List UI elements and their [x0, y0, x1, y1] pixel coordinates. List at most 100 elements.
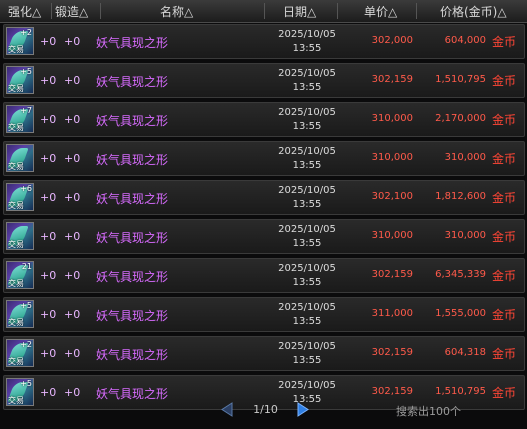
item-leaf-icon[interactable]: +6 交易	[6, 183, 34, 211]
sort-forge-header[interactable]: 锻造△	[55, 3, 88, 20]
enhance-value: +0	[40, 74, 57, 87]
listing-time: 13:55	[292, 277, 322, 288]
item-leaf-icon[interactable]: 交易	[6, 222, 34, 250]
enhance-value: +0	[40, 230, 57, 243]
currency-label: 金币	[492, 191, 517, 205]
header-divider	[264, 3, 265, 19]
currency-label: 金币	[492, 152, 517, 166]
item-leaf-icon[interactable]: 21 交易	[6, 261, 34, 289]
currency-label: 金币	[492, 269, 517, 283]
currency-label: 金币	[492, 386, 517, 400]
item-level-badge: +2	[20, 340, 32, 349]
item-leaf-icon[interactable]: +7 交易	[6, 105, 34, 133]
table-row[interactable]: +6 交易 +0 +0 妖气具现之形 2025/10/05 13:55 302,10…	[3, 180, 525, 215]
unit-price: 302,100	[371, 191, 413, 202]
listing-rows: +2 交易 +0 +0 妖气具现之形 2025/10/05 13:55 302,00…	[3, 24, 525, 414]
listing-date: 2025/10/05	[278, 185, 336, 196]
table-row[interactable]: +2 交易 +0 +0 妖气具现之形 2025/10/05 13:55 302,00…	[3, 24, 525, 59]
sort-unit-price-header[interactable]: 单价△	[364, 3, 397, 20]
sort-date-header[interactable]: 日期△	[283, 3, 316, 20]
currency-label: 金币	[492, 230, 517, 244]
trade-tag: 交易	[8, 84, 24, 93]
unit-price: 302,000	[371, 35, 413, 46]
listing-time: 13:55	[292, 121, 322, 132]
forge-value: +0	[64, 152, 81, 165]
enhance-value: +0	[40, 35, 57, 48]
header-divider	[416, 3, 417, 19]
listing-time: 13:55	[292, 160, 322, 171]
item-leaf-icon[interactable]: +5 交易	[6, 378, 34, 406]
item-name: 妖气具现之形	[96, 75, 169, 89]
table-row[interactable]: 交易 +0 +0 妖气具现之形 2025/10/05 13:55 310,000 …	[3, 141, 525, 176]
item-name: 妖气具现之形	[96, 231, 169, 245]
total-price: 310,000	[444, 230, 486, 241]
unit-price: 311,000	[371, 308, 413, 319]
trade-tag: 交易	[8, 45, 24, 54]
unit-price: 302,159	[371, 386, 413, 397]
trade-tag: 交易	[8, 240, 24, 249]
item-name: 妖气具现之形	[96, 114, 169, 128]
trade-tag: 交易	[8, 162, 24, 171]
table-row[interactable]: +5 交易 +0 +0 妖气具现之形 2025/10/05 13:55 311,00…	[3, 297, 525, 332]
table-header: 强化△ 锻造△ 名称△ 日期△ 单价△ 价格(金币)△	[0, 0, 527, 23]
forge-value: +0	[64, 347, 81, 360]
forge-value: +0	[64, 74, 81, 87]
item-name: 妖气具现之形	[96, 387, 169, 401]
enhance-value: +0	[40, 386, 57, 399]
total-price: 604,000	[444, 35, 486, 46]
total-price: 1,812,600	[435, 191, 486, 202]
item-leaf-icon[interactable]: +5 交易	[6, 66, 34, 94]
listing-time: 13:55	[292, 82, 322, 93]
unit-price: 302,159	[371, 347, 413, 358]
table-row[interactable]: +2 交易 +0 +0 妖气具现之形 2025/10/05 13:55 302,15…	[3, 336, 525, 371]
item-name: 妖气具现之形	[96, 192, 169, 206]
item-level-badge: +5	[20, 67, 32, 76]
item-level-badge: 21	[21, 262, 32, 271]
forge-value: +0	[64, 269, 81, 282]
listing-date: 2025/10/05	[278, 29, 336, 40]
listing-time: 13:55	[292, 316, 322, 327]
item-level-badge: +5	[20, 379, 32, 388]
listing-date: 2025/10/05	[278, 302, 336, 313]
item-name: 妖气具现之形	[96, 36, 169, 50]
currency-label: 金币	[492, 113, 517, 127]
trade-tag: 交易	[8, 318, 24, 327]
item-leaf-icon[interactable]: +2 交易	[6, 27, 34, 55]
item-name: 妖气具现之形	[96, 309, 169, 323]
unit-price: 302,159	[371, 74, 413, 85]
sort-name-header[interactable]: 名称△	[160, 3, 193, 20]
trade-tag: 交易	[8, 123, 24, 132]
listing-datetime: 2025/10/05 13:55	[272, 145, 342, 173]
listing-datetime: 2025/10/05 13:55	[272, 340, 342, 368]
currency-label: 金币	[492, 35, 517, 49]
item-leaf-icon[interactable]: +2 交易	[6, 339, 34, 367]
total-price: 310,000	[444, 152, 486, 163]
total-price: 6,345,339	[435, 269, 486, 280]
table-row[interactable]: 交易 +0 +0 妖气具现之形 2025/10/05 13:55 310,000 …	[3, 219, 525, 254]
table-row[interactable]: 21 交易 +0 +0 妖气具现之形 2025/10/05 13:55 302,15…	[3, 258, 525, 293]
listing-datetime: 2025/10/05 13:55	[272, 184, 342, 212]
item-leaf-icon[interactable]: 交易	[6, 144, 34, 172]
forge-value: +0	[64, 191, 81, 204]
table-row[interactable]: +7 交易 +0 +0 妖气具现之形 2025/10/05 13:55 310,00…	[3, 102, 525, 137]
header-divider	[337, 3, 338, 19]
item-leaf-icon[interactable]: +5 交易	[6, 300, 34, 328]
sort-enhance-header[interactable]: 强化△	[8, 3, 41, 20]
table-row[interactable]: +5 交易 +0 +0 妖气具现之形 2025/10/05 13:55 302,15…	[3, 63, 525, 98]
sort-price-header[interactable]: 价格(金币)△	[440, 3, 507, 20]
listing-time: 13:55	[292, 199, 322, 210]
listing-time: 13:55	[292, 43, 322, 54]
listing-datetime: 2025/10/05 13:55	[272, 223, 342, 251]
listing-datetime: 2025/10/05 13:55	[272, 67, 342, 95]
unit-price: 310,000	[371, 113, 413, 124]
forge-value: +0	[64, 230, 81, 243]
item-level-badge: +5	[20, 301, 32, 310]
header-divider	[51, 3, 52, 19]
forge-value: +0	[64, 308, 81, 321]
unit-price: 310,000	[371, 230, 413, 241]
listing-date: 2025/10/05	[278, 68, 336, 79]
next-page-arrow-icon[interactable]	[294, 402, 310, 417]
listing-date: 2025/10/05	[278, 146, 336, 157]
total-price: 604,318	[444, 347, 486, 358]
total-price: 2,170,000	[435, 113, 486, 124]
